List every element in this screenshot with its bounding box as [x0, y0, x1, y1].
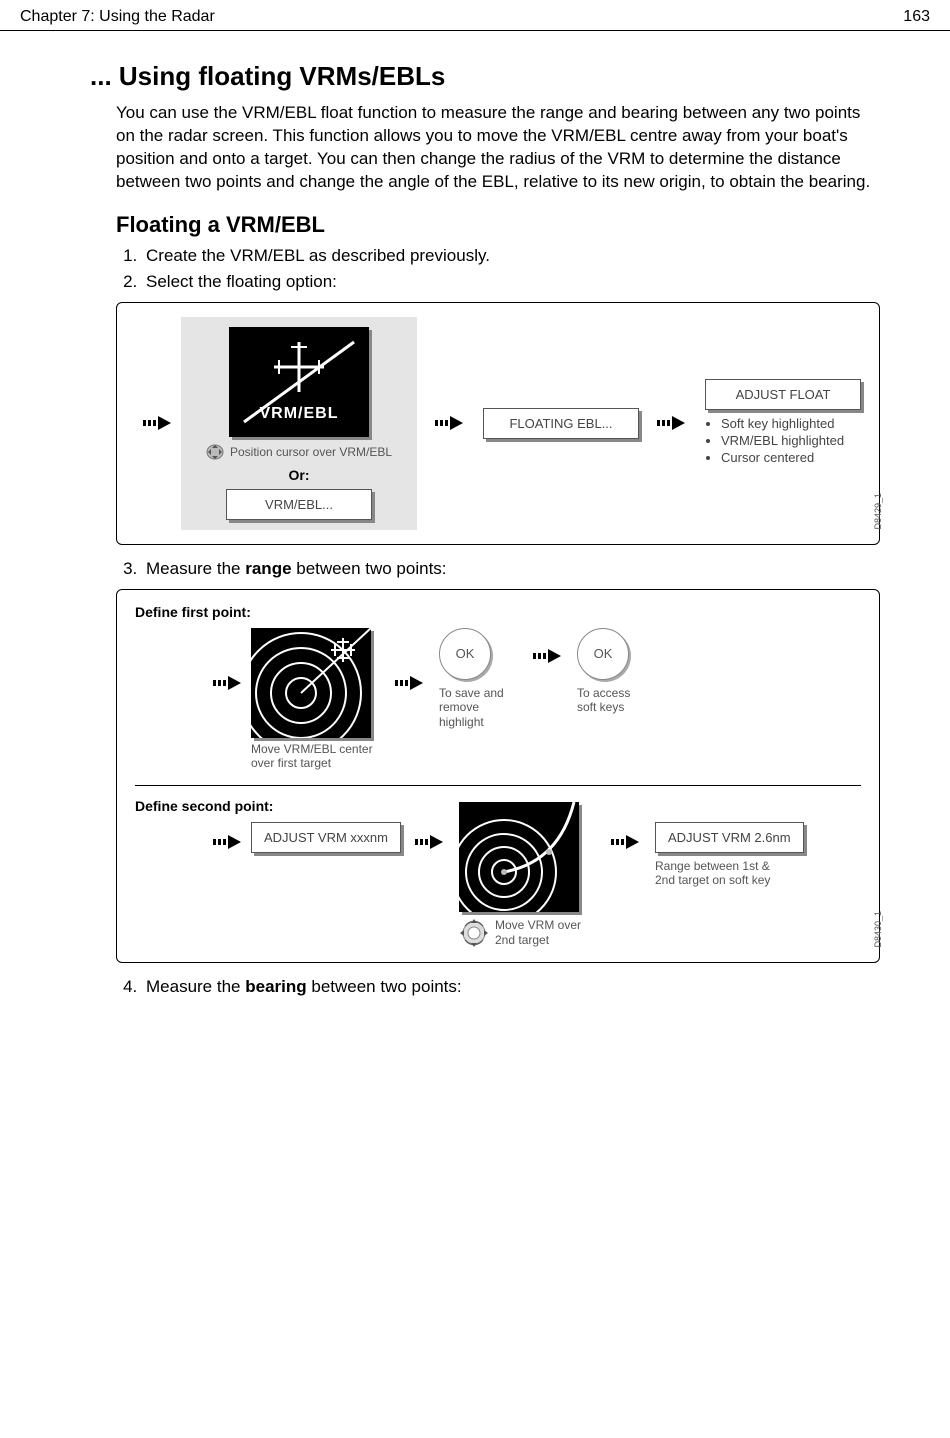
arrow-icon: [395, 673, 425, 693]
adjust-vrm-xxx-softkey[interactable]: ADJUST VRM xxxnm: [251, 822, 401, 853]
arrow-icon: [533, 646, 563, 666]
arrow-icon: [415, 832, 445, 852]
step-1: Create the VRM/EBL as described previous…: [142, 246, 880, 266]
arrow-icon: [213, 673, 243, 693]
arrow-icon: [657, 413, 687, 433]
vrm-ebl-display: VRM/EBL: [229, 327, 369, 437]
option-panel: VRM/EBL Position cursor over VRM/EBL Or:…: [181, 317, 417, 530]
arrow-icon: [435, 413, 465, 433]
define-first-point-heading: Define first point:: [135, 604, 861, 620]
section-title: ... Using floating VRMs/EBLs: [90, 61, 880, 92]
step-4: Measure the bearing between two points:: [142, 977, 880, 997]
result-bullets: Soft key highlighted VRM/EBL highlighted…: [705, 416, 861, 465]
floating-ebl-softkey[interactable]: FLOATING EBL...: [483, 408, 639, 439]
figure-id: D8430_1: [873, 911, 883, 948]
ok-button-2[interactable]: OK: [577, 628, 629, 680]
trackpad-icon: [206, 443, 224, 461]
ok-button-1[interactable]: OK: [439, 628, 491, 680]
arrow-icon: [611, 832, 641, 852]
figure-2: Define first point:: [116, 589, 880, 963]
figure-id: D8429_1: [873, 493, 883, 530]
chapter-title: Chapter 7: Using the Radar: [20, 8, 215, 26]
adjust-vrm-value-softkey[interactable]: ADJUST VRM 2.6nm: [655, 822, 804, 853]
range-result-label: Range between 1st & 2nd target on soft k…: [655, 859, 775, 888]
page-header: Chapter 7: Using the Radar 163: [0, 0, 950, 31]
ok2-label: To access soft keys: [577, 686, 647, 715]
page-number: 163: [903, 8, 930, 26]
adjust-float-softkey[interactable]: ADJUST FLOAT: [705, 379, 861, 410]
arrow-icon: [143, 413, 173, 433]
subheading: Floating a VRM/EBL: [116, 212, 880, 238]
step-3: Measure the range between two points:: [142, 559, 880, 579]
intro-paragraph: You can use the VRM/EBL float function t…: [116, 102, 880, 194]
figure-1: VRM/EBL Position cursor over VRM/EBL Or:…: [116, 302, 880, 545]
radar-first-target: [251, 628, 371, 738]
vrm-ebl-label: VRM/EBL: [229, 405, 369, 423]
vrm-ebl-softkey[interactable]: VRM/EBL...: [226, 489, 372, 520]
step-2: Select the floating option:: [142, 272, 880, 292]
cursor-hint: Position cursor over VRM/EBL: [195, 443, 403, 461]
radar-second-target: [459, 802, 579, 912]
or-label: Or:: [195, 467, 403, 483]
ok1-label: To save and remove highlight: [439, 686, 519, 729]
arrow-icon: [213, 832, 243, 852]
move-first-label: Move VRM/EBL center over first target: [251, 742, 381, 771]
move-second-label: Move VRM over 2nd target: [495, 918, 585, 947]
rotary-icon: [459, 918, 489, 948]
